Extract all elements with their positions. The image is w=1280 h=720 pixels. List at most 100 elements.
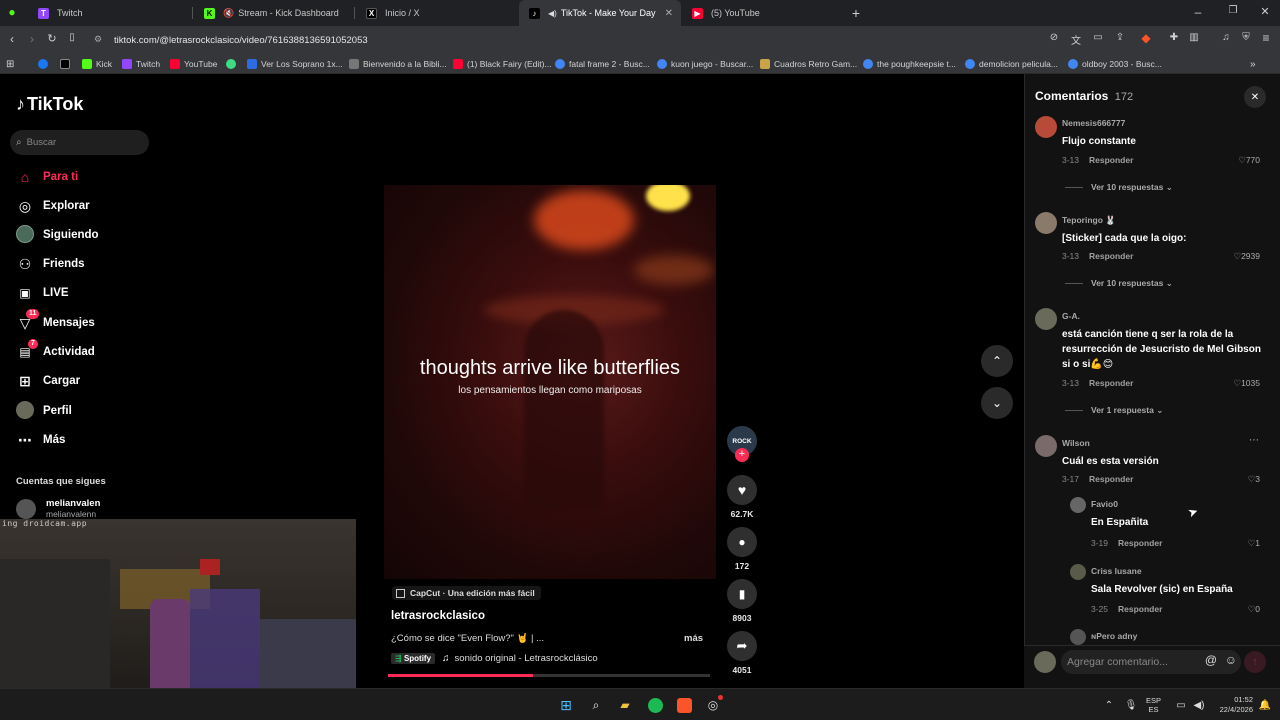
send-comment-button[interactable]: ↑ <box>1244 651 1266 673</box>
comment-user[interactable]: Wilson <box>1062 438 1090 448</box>
previous-video-button[interactable]: ⌃ <box>981 345 1013 377</box>
close-comments-button[interactable]: ✕ <box>1244 86 1266 108</box>
extensions-icon[interactable]: ✚ <box>1166 32 1182 43</box>
close-tab-icon[interactable]: ✕ <box>665 8 673 19</box>
avatar[interactable] <box>1035 308 1057 330</box>
apps-icon[interactable]: ⊞ <box>6 57 14 71</box>
tray-chevron-icon[interactable]: ⌃ <box>1100 696 1118 714</box>
comment-like[interactable]: ♡770 <box>1225 155 1260 166</box>
volume-icon[interactable]: ◀) <box>1190 696 1208 714</box>
vpn-icon[interactable]: ⛨ <box>1238 32 1254 43</box>
brave-icon[interactable] <box>675 696 693 714</box>
bookmark-x[interactable] <box>60 57 74 71</box>
comment-like[interactable]: ♡3 <box>1225 474 1260 485</box>
app-icon[interactable]: ◎ <box>704 695 723 714</box>
view-replies-button[interactable]: Ver 1 respuesta ⌄ <box>1065 405 1163 416</box>
hide-icon[interactable]: ⊘ <box>1046 32 1062 43</box>
save-button[interactable]: ▮ 8903 <box>727 579 757 623</box>
back-icon[interactable]: ‹ <box>4 32 20 46</box>
notifications-icon[interactable]: 🔔 <box>1256 696 1274 714</box>
comment-like[interactable]: ♡2939 <box>1220 251 1260 262</box>
next-video-button[interactable]: ⌄ <box>981 387 1013 419</box>
view-replies-button[interactable]: Ver 10 respuestas ⌄ <box>1065 278 1173 289</box>
reply-user[interactable]: ɴPero adny <box>1091 631 1137 641</box>
reply-button[interactable]: Responder <box>1118 604 1162 614</box>
comment-options-icon[interactable]: ⋯ <box>1249 435 1259 446</box>
forward-icon[interactable]: › <box>24 32 40 46</box>
site-info-icon[interactable]: ⚙ <box>94 34 102 45</box>
reply-button[interactable]: Responder <box>1089 474 1133 484</box>
bookmark-kick[interactable]: Kick <box>82 57 112 71</box>
nav-perfil[interactable]: Perfil <box>16 400 72 421</box>
avatar[interactable] <box>1035 116 1057 138</box>
language-indicator[interactable]: ESP ES <box>1146 696 1161 714</box>
follow-plus-icon[interactable]: + <box>735 448 749 462</box>
bookmark-kuon[interactable]: kuon juego - Buscar... <box>657 57 753 71</box>
network-icon[interactable]: ▭ <box>1172 696 1190 714</box>
comment-like[interactable]: ♡1035 <box>1220 378 1260 389</box>
reload-icon[interactable]: ↻ <box>44 32 60 45</box>
more-link[interactable]: más <box>684 633 703 644</box>
close-window-icon[interactable]: ✕ <box>1257 5 1273 18</box>
minimize-icon[interactable]: – <box>1190 5 1206 19</box>
avatar[interactable] <box>1035 435 1057 457</box>
sidebar-icon[interactable]: ▥ <box>1186 32 1202 43</box>
tiktok-logo[interactable]: ♪ TikTok <box>16 94 83 115</box>
tab-x[interactable]: X Inicio / X <box>356 0 518 26</box>
more-bookmarks-icon[interactable]: » <box>1250 57 1256 71</box>
file-explorer-icon[interactable]: ▰ <box>616 696 634 714</box>
video-author[interactable]: letrasrockclasico <box>391 610 485 622</box>
comment-input[interactable]: Agregar comentario... @ ☺ <box>1061 650 1241 674</box>
reply-button[interactable]: Responder <box>1089 378 1133 388</box>
clock[interactable]: 01:52 22/4/2026 <box>1213 695 1253 715</box>
avatar[interactable] <box>1035 212 1057 234</box>
media-icon[interactable]: ♫ <box>1218 32 1234 43</box>
search-input[interactable]: ⌕ Buscar <box>10 130 149 155</box>
restore-icon[interactable]: ❐ <box>1225 5 1241 16</box>
tab-youtube[interactable]: ▶ (5) YouTube <box>682 0 844 26</box>
bookmark-biblioteca[interactable]: Bienvenido a la Bibli... <box>349 57 447 71</box>
cast-icon[interactable]: ▭ <box>1090 32 1106 43</box>
nav-actividad[interactable]: ▤ 7 Actividad <box>16 339 95 362</box>
spotify-badge[interactable]: ⇶ Spotify <box>391 653 436 664</box>
reply-button[interactable]: Responder <box>1089 251 1133 261</box>
bookmark-oldboy[interactable]: oldboy 2003 - Busc... <box>1068 57 1162 71</box>
nav-explorar[interactable]: ◎ Explorar <box>16 196 90 216</box>
sound-row[interactable]: ⇶ Spotify ♫ sonido original - Letrasrock… <box>391 653 598 664</box>
capcut-badge[interactable]: CapCut · Una edición más fácil <box>392 586 541 600</box>
bookmark-soprano[interactable]: Ver Los Soprano 1x... <box>247 57 343 71</box>
nav-siguiendo[interactable]: Siguiendo <box>16 224 99 245</box>
emoji-icon[interactable]: ☺ <box>1225 653 1237 667</box>
share-button[interactable]: ➦ 4051 <box>727 631 757 675</box>
comment-user[interactable]: G-A. <box>1062 311 1080 321</box>
menu-icon[interactable]: ≡ <box>1258 31 1274 45</box>
mention-icon[interactable]: @ <box>1205 653 1217 667</box>
windows-start-icon[interactable]: ⊞ <box>557 696 575 714</box>
bookmark-android[interactable] <box>226 57 240 71</box>
reply-like[interactable]: ♡1 <box>1230 538 1260 549</box>
comment-button[interactable]: ● 172 <box>727 527 757 571</box>
microphone-icon[interactable]: 🎙 <box>1122 696 1140 714</box>
comment-user[interactable]: Teporingo 🐰 <box>1062 215 1116 226</box>
bookmark-cuadros[interactable]: Cuadros Retro Gam... <box>760 57 857 71</box>
bookmark-demolicion[interactable]: demolicion pelicula... <box>965 57 1058 71</box>
following-account[interactable]: melianvalen melianvalenn <box>16 498 100 519</box>
nav-mas[interactable]: ⋯ Más <box>16 430 65 450</box>
reply-button[interactable]: Responder <box>1118 538 1162 548</box>
creator-avatar[interactable]: ROCK + <box>727 426 757 462</box>
tab-kick[interactable]: K 🔇 Stream - Kick Dashboard <box>194 0 354 26</box>
tab-tiktok[interactable]: ♪ ◀) TikTok - Make Your Day ✕ <box>519 0 681 26</box>
avatar[interactable] <box>1070 497 1086 513</box>
nav-friends[interactable]: ⚇ Friends <box>16 254 85 274</box>
url-field[interactable]: ⚙ tiktok.com/@letrasrockclasico/video/76… <box>88 30 1038 50</box>
view-replies-button[interactable]: Ver 10 respuestas ⌄ <box>1065 182 1173 193</box>
bookmark-icon[interactable]: ▯ <box>64 32 80 43</box>
bookmark-black-fairy[interactable]: (1) Black Fairy (Edit)... <box>453 57 552 71</box>
avatar[interactable] <box>1070 564 1086 580</box>
tab-twitch[interactable]: T Twitch <box>28 0 190 26</box>
reply-user[interactable]: Favio0 <box>1091 499 1118 509</box>
bookmark-fatal-frame[interactable]: fatal frame 2 - Busc... <box>555 57 650 71</box>
brave-shield-icon[interactable]: ◆ <box>1138 31 1154 45</box>
video-player[interactable]: thoughts arrive like butterflies los pen… <box>384 185 716 579</box>
video-progress-bar[interactable] <box>388 674 710 677</box>
